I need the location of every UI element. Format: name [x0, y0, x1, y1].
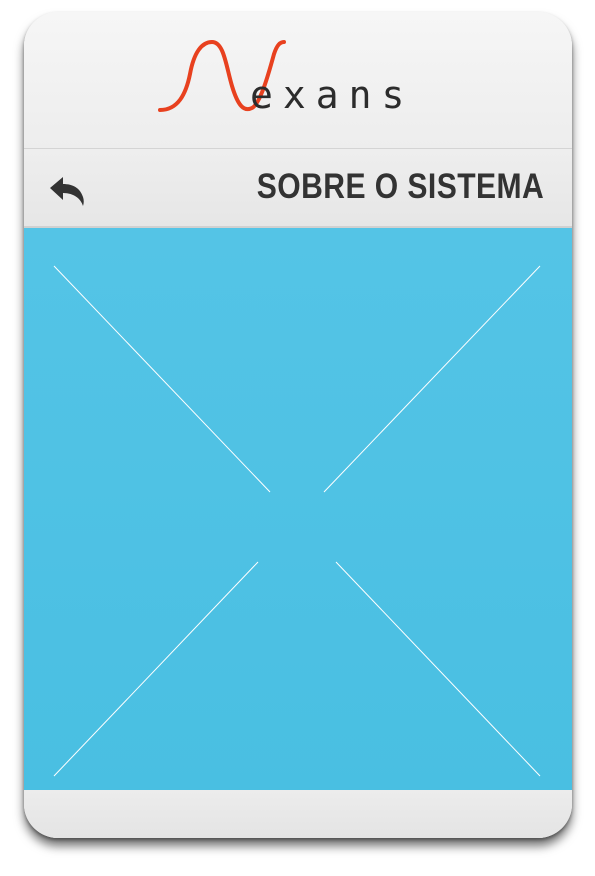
back-button[interactable]	[46, 171, 90, 211]
footer-bar	[24, 790, 572, 838]
image-placeholder-icon	[53, 265, 541, 777]
logo-header: exans	[24, 12, 572, 149]
back-arrow-icon	[50, 177, 84, 206]
content-panel	[24, 228, 572, 790]
title-bar: SOBRE O SISTEMA	[24, 149, 572, 227]
device-frame: exans SOBRE O SISTEMA	[24, 12, 572, 838]
page-title: SOBRE O SISTEMA	[256, 167, 544, 206]
logo-wordmark: exans	[250, 73, 415, 117]
